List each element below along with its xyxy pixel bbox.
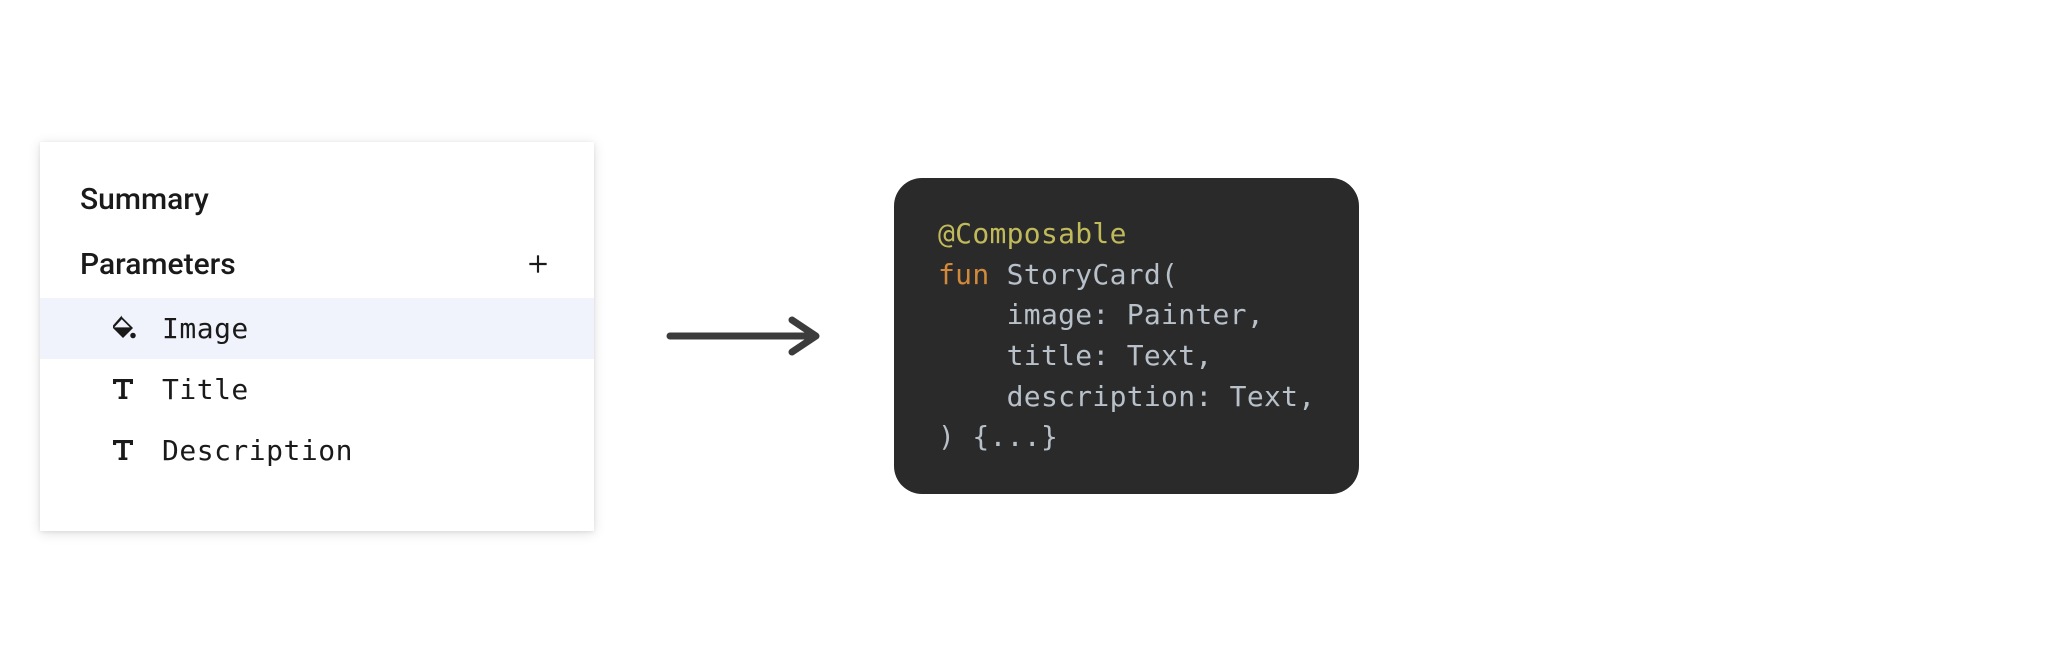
add-parameter-button[interactable]: [522, 248, 554, 280]
code-param-line: description: Text,: [938, 380, 1315, 413]
summary-heading[interactable]: Summary: [40, 182, 594, 217]
paint-bucket-icon: [108, 313, 138, 343]
text-icon: [108, 435, 138, 465]
code-param-line: title: Text,: [938, 339, 1213, 372]
parameters-title: Parameters: [80, 247, 236, 282]
text-icon: [108, 374, 138, 404]
parameters-panel: Summary Parameters Image Title: [40, 142, 594, 531]
param-label: Title: [162, 373, 249, 406]
param-label: Image: [162, 312, 249, 345]
param-item-image[interactable]: Image: [40, 298, 594, 359]
code-close-line: ) {...}: [938, 420, 1058, 453]
param-item-description[interactable]: Description: [40, 420, 594, 481]
arrow-right-icon: [664, 316, 824, 356]
code-func-name: StoryCard(: [989, 258, 1178, 291]
arrow: [664, 316, 824, 356]
code-block: @Composable fun StoryCard( image: Painte…: [894, 178, 1359, 494]
param-item-title[interactable]: Title: [40, 359, 594, 420]
param-label: Description: [162, 434, 353, 467]
code-param-line: image: Painter,: [938, 298, 1264, 331]
plus-icon: [525, 251, 551, 277]
code-annotation: @Composable: [938, 217, 1127, 250]
code-keyword-fun: fun: [938, 258, 989, 291]
parameters-header: Parameters: [40, 247, 594, 282]
